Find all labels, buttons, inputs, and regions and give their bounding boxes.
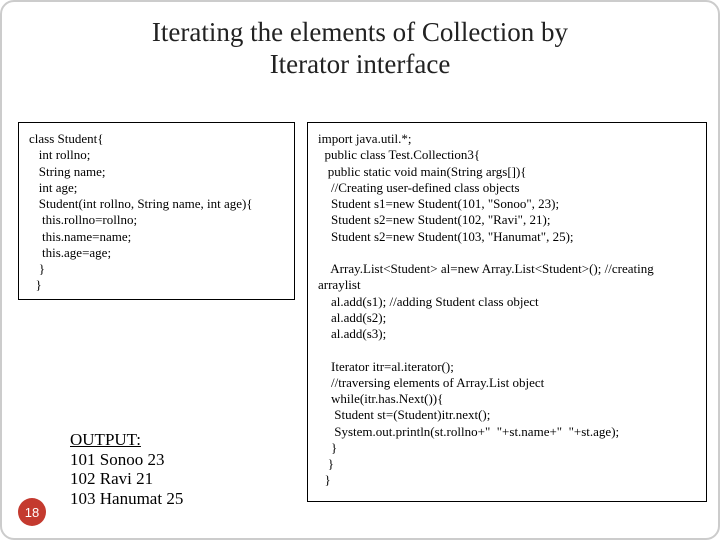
- page-number: 18: [25, 505, 39, 520]
- output-line: 103 Hanumat 25: [70, 489, 183, 509]
- slide-title: Iterating the elements of Collection byI…: [2, 16, 718, 81]
- slide-frame: Iterating the elements of Collection byI…: [0, 0, 720, 540]
- code-block-left: class Student{ int rollno; String name; …: [18, 122, 295, 300]
- output-line: 102 Ravi 21: [70, 469, 183, 489]
- output-line: 101 Sonoo 23: [70, 450, 183, 470]
- output-label: OUTPUT:: [70, 430, 183, 450]
- code-block-right: import java.util.*; public class Test.Co…: [307, 122, 707, 502]
- output-block: OUTPUT: 101 Sonoo 23 102 Ravi 21 103 Han…: [70, 430, 183, 508]
- page-number-badge: 18: [18, 498, 46, 526]
